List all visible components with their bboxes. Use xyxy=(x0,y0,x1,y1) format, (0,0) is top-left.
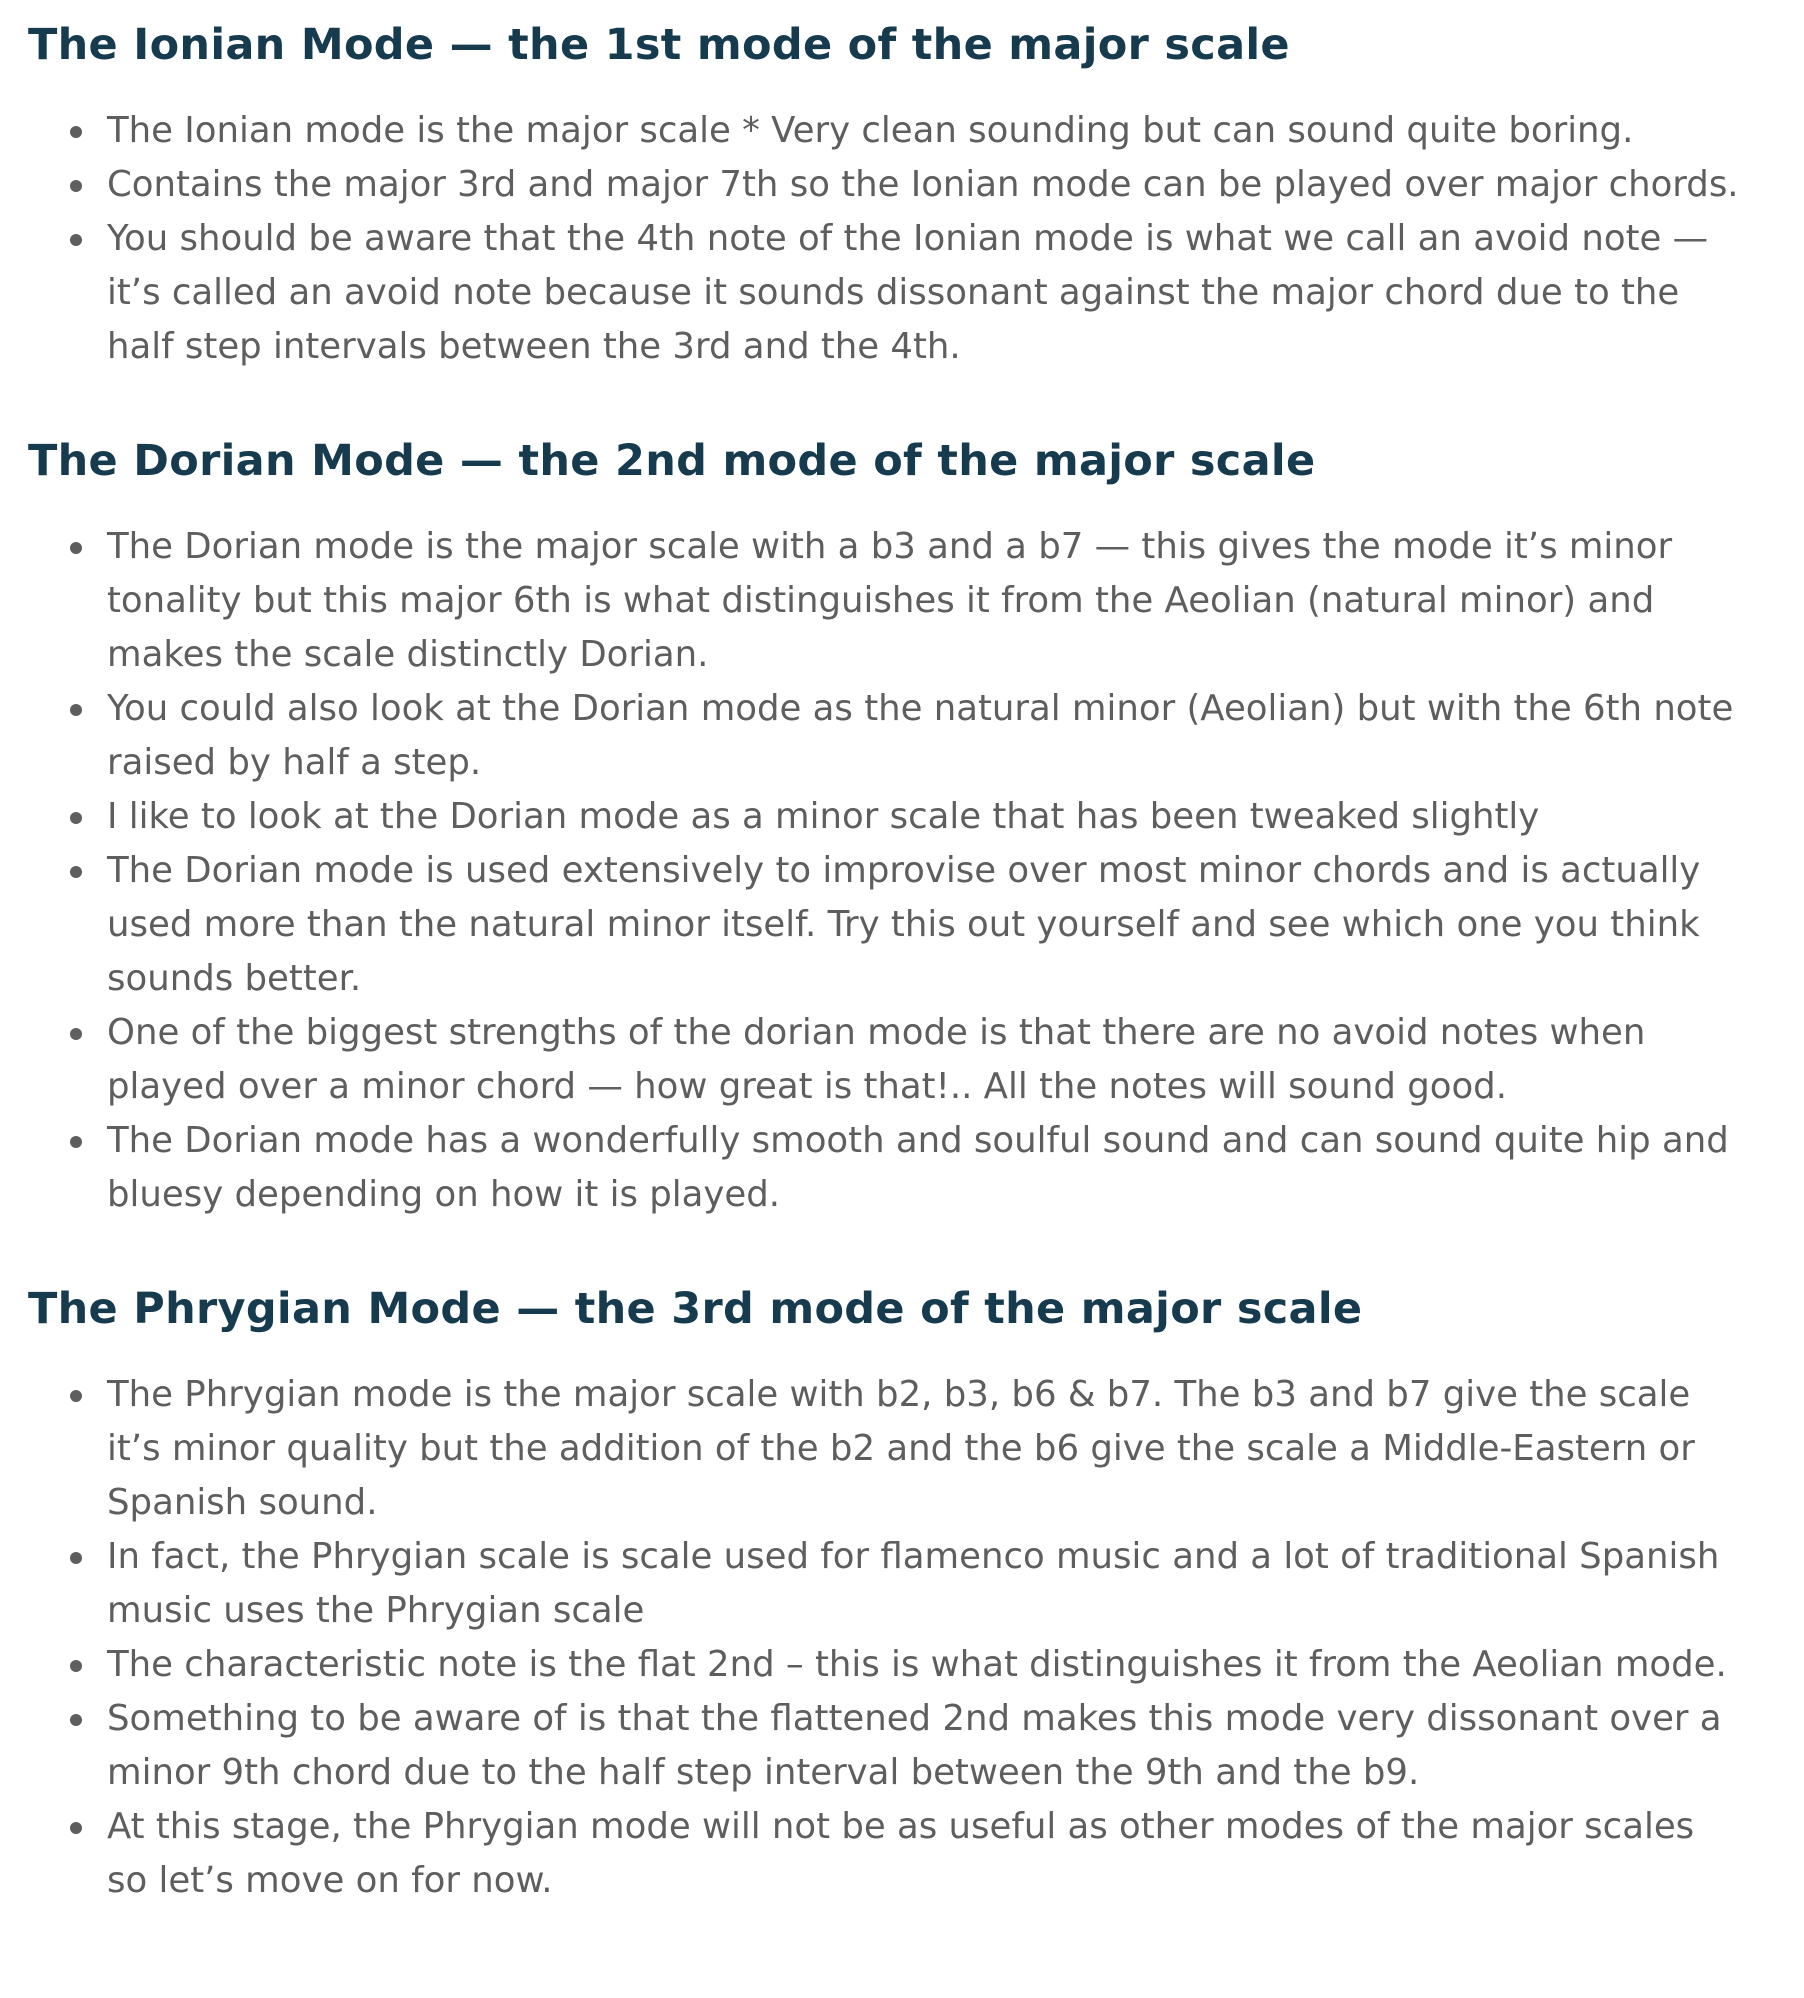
section-ionian: The Ionian Mode — the 1st mode of the ma… xyxy=(28,18,1804,374)
list-item: Something to be aware of is that the fla… xyxy=(70,1692,1740,1800)
bullet-list: The Dorian mode is the major scale with … xyxy=(28,520,1740,1222)
list-item-text: At this stage, the Phrygian mode will no… xyxy=(107,1806,1695,1901)
list-item: The Dorian mode has a wonderfully smooth… xyxy=(70,1114,1740,1222)
list-item-text: The Dorian mode is used extensively to i… xyxy=(107,850,1701,999)
bullet-icon xyxy=(70,1390,82,1402)
list-item-text: The Dorian mode has a wonderfully smooth… xyxy=(107,1120,1729,1215)
list-item: At this stage, the Phrygian mode will no… xyxy=(70,1800,1740,1908)
bullet-icon xyxy=(70,1028,82,1040)
list-item: You could also look at the Dorian mode a… xyxy=(70,682,1740,790)
section-dorian: The Dorian Mode — the 2nd mode of the ma… xyxy=(28,434,1804,1222)
bullet-icon xyxy=(70,812,82,824)
bullet-icon xyxy=(70,1136,82,1148)
section-heading: The Phrygian Mode — the 3rd mode of the … xyxy=(28,1284,1363,1334)
list-item: You should be aware that the 4th note of… xyxy=(70,212,1740,374)
bullet-list: The Phrygian mode is the major scale wit… xyxy=(28,1368,1740,1908)
list-item: The Ionian mode is the major scale * Ver… xyxy=(70,104,1740,158)
bullet-icon xyxy=(70,542,82,554)
bullet-list: The Ionian mode is the major scale * Ver… xyxy=(28,104,1740,374)
list-item-text: Contains the major 3rd and major 7th so … xyxy=(107,164,1739,205)
article-body: The Ionian Mode — the 1st mode of the ma… xyxy=(0,0,1804,1998)
list-item-text: You could also look at the Dorian mode a… xyxy=(107,688,1734,783)
list-item-text: The Phrygian mode is the major scale wit… xyxy=(107,1374,1695,1523)
bullet-icon xyxy=(70,234,82,246)
list-item: In fact, the Phrygian scale is scale use… xyxy=(70,1530,1740,1638)
list-item: The Phrygian mode is the major scale wit… xyxy=(70,1368,1740,1530)
list-item-text: You should be aware that the 4th note of… xyxy=(107,218,1709,367)
section-heading: The Ionian Mode — the 1st mode of the ma… xyxy=(28,20,1290,70)
list-item: The characteristic note is the flat 2nd … xyxy=(70,1638,1740,1692)
list-item: The Dorian mode is used extensively to i… xyxy=(70,844,1740,1006)
bullet-icon xyxy=(70,1714,82,1726)
bullet-icon xyxy=(70,1822,82,1834)
list-item-text: The characteristic note is the flat 2nd … xyxy=(107,1644,1727,1685)
list-item: One of the biggest strengths of the dori… xyxy=(70,1006,1740,1114)
list-item: The Dorian mode is the major scale with … xyxy=(70,520,1740,682)
list-item-text: In fact, the Phrygian scale is scale use… xyxy=(107,1536,1720,1631)
list-item-text: Something to be aware of is that the fla… xyxy=(107,1698,1722,1793)
section-phrygian: The Phrygian Mode — the 3rd mode of the … xyxy=(28,1282,1804,1908)
list-item-text: The Ionian mode is the major scale * Ver… xyxy=(107,110,1634,151)
section-heading: The Dorian Mode — the 2nd mode of the ma… xyxy=(28,436,1316,486)
list-item: Contains the major 3rd and major 7th so … xyxy=(70,158,1740,212)
bullet-icon xyxy=(70,1660,82,1672)
bullet-icon xyxy=(70,126,82,138)
bullet-icon xyxy=(70,180,82,192)
list-item-text: I like to look at the Dorian mode as a m… xyxy=(107,796,1540,837)
list-item: I like to look at the Dorian mode as a m… xyxy=(70,790,1740,844)
list-item-text: One of the biggest strengths of the dori… xyxy=(107,1012,1646,1107)
list-item-text: The Dorian mode is the major scale with … xyxy=(107,526,1673,675)
bullet-icon xyxy=(70,866,82,878)
bullet-icon xyxy=(70,704,82,716)
bullet-icon xyxy=(70,1552,82,1564)
